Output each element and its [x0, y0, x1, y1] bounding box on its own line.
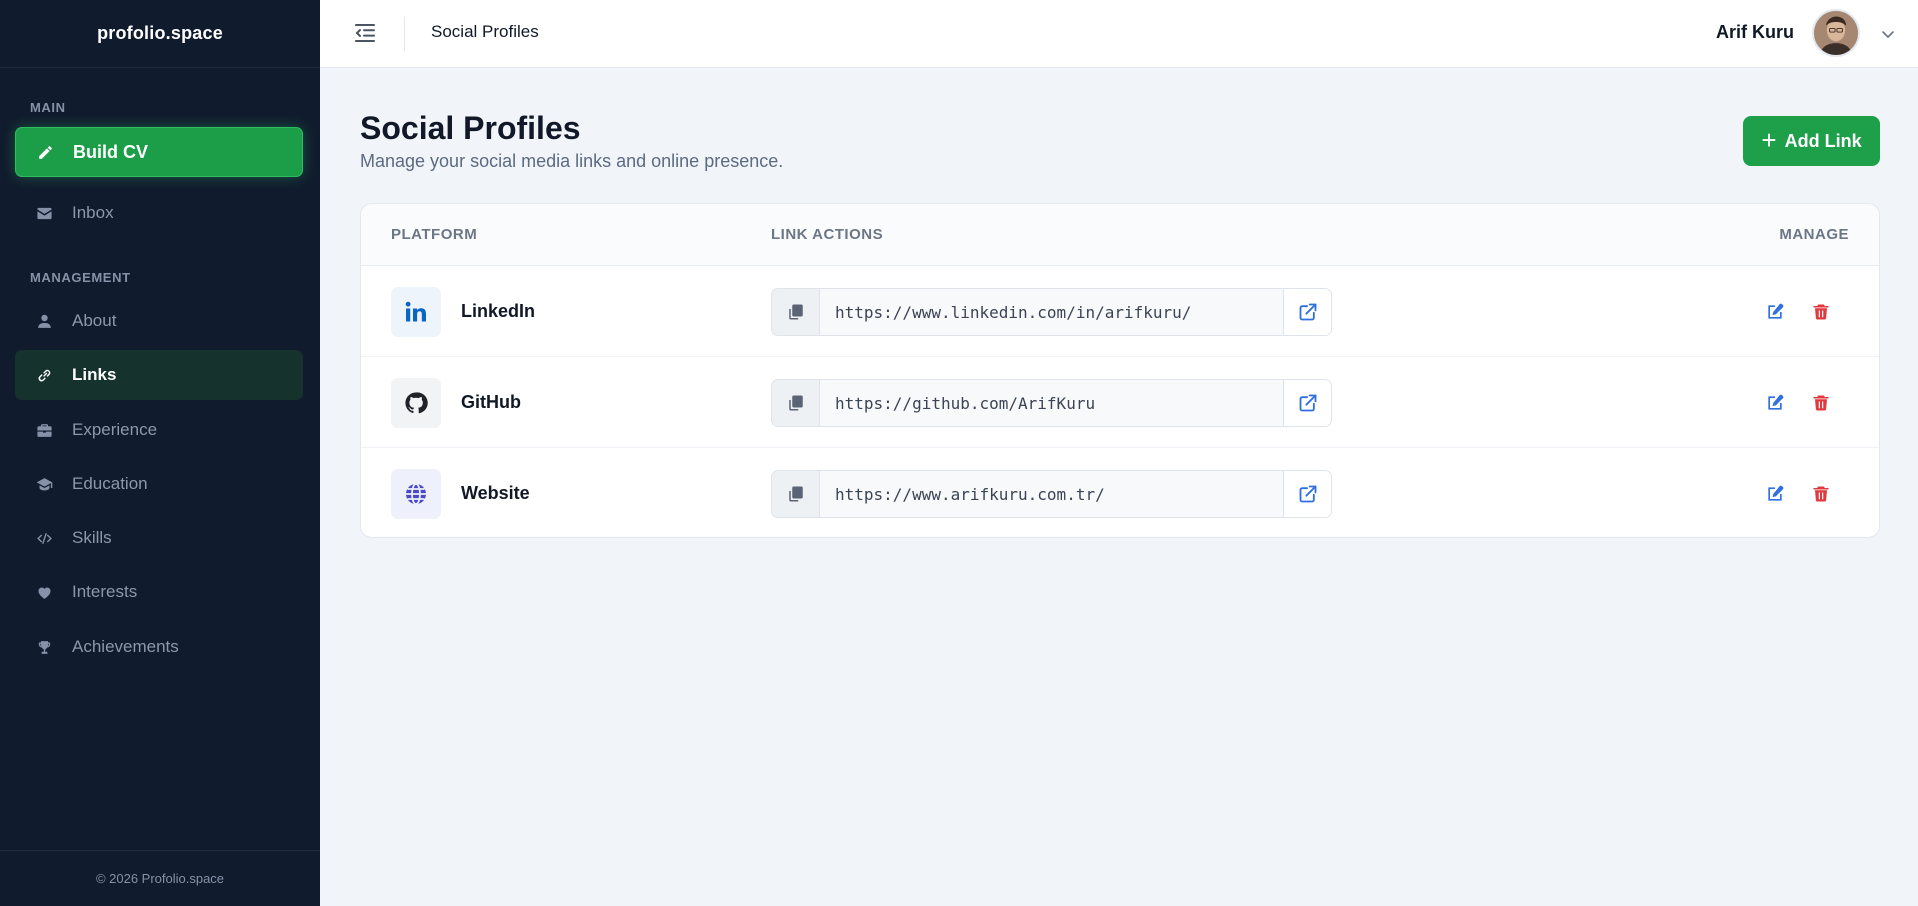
platform-name: LinkedIn — [461, 301, 536, 321]
open-link-button[interactable] — [1283, 380, 1331, 426]
briefcase-icon — [33, 419, 55, 441]
nav-label: Achievements — [72, 637, 179, 656]
sidebar-item-interests[interactable]: Interests — [15, 567, 303, 617]
nav-label: Skills — [72, 528, 112, 547]
delete-button[interactable] — [1810, 483, 1832, 505]
table-header: PLATFORM LINK ACTIONS MANAGE — [361, 204, 1879, 266]
link-actions: https://www.arifkuru.com.tr/ — [771, 470, 1332, 518]
topbar-title: Social Profiles — [431, 22, 539, 41]
table-row: Website https://www.arifkuru.com.tr/ — [361, 448, 1879, 537]
delete-button[interactable] — [1810, 392, 1832, 414]
edit-button[interactable] — [1764, 392, 1786, 414]
add-link-label: Add Link — [1784, 130, 1862, 151]
edit-icon — [1768, 485, 1784, 501]
social-profiles-table: PLATFORM LINK ACTIONS MANAGE LinkedIn ht… — [360, 203, 1880, 538]
external-link-icon — [1299, 303, 1316, 321]
copy-button[interactable] — [772, 380, 820, 426]
section-label-main: MAIN — [30, 100, 66, 115]
edit-icon — [1768, 394, 1784, 410]
trash-icon — [1813, 304, 1829, 320]
nav-label: About — [72, 311, 117, 330]
platform-name: Website — [461, 483, 530, 503]
trash-icon — [1813, 486, 1829, 502]
topbar-divider — [404, 17, 405, 51]
table-row: LinkedIn https://www.linkedin.com/in/ari… — [361, 266, 1879, 357]
platform-name: GitHub — [461, 392, 521, 412]
github-icon — [391, 378, 441, 428]
sidebar-item-achievements[interactable]: Achievements — [15, 622, 303, 672]
url-field[interactable]: https://github.com/ArifKuru — [820, 380, 1283, 426]
copy-icon — [788, 395, 803, 411]
edit-button[interactable] — [1764, 483, 1786, 505]
linkedin-icon — [391, 287, 441, 337]
column-header-link-actions: LINK ACTIONS — [771, 226, 884, 243]
sidebar-toggle-icon[interactable] — [352, 20, 378, 46]
section-label-management: MANAGEMENT — [30, 270, 131, 285]
sidebar-item-about[interactable]: About — [15, 296, 303, 346]
open-link-button[interactable] — [1283, 289, 1331, 335]
link-actions: https://github.com/ArifKuru — [771, 379, 1332, 427]
sidebar-item-links[interactable]: Links — [15, 350, 303, 400]
pencil-icon — [34, 141, 56, 163]
open-link-button[interactable] — [1283, 471, 1331, 517]
sidebar-item-inbox[interactable]: Inbox — [15, 188, 303, 238]
chevron-down-icon[interactable] — [1880, 26, 1896, 42]
topbar: Social Profiles Arif Kuru — [320, 0, 1918, 68]
sidebar: profolio.space MAIN Build CV Inbox MANAG… — [0, 0, 320, 906]
delete-button[interactable] — [1810, 301, 1832, 323]
globe-icon — [391, 469, 441, 519]
nav-label: Inbox — [72, 203, 114, 222]
copy-icon — [788, 486, 803, 502]
user-icon — [33, 310, 55, 332]
add-link-button[interactable]: + Add Link — [1743, 116, 1880, 166]
plus-icon: + — [1761, 124, 1777, 155]
envelope-icon — [33, 202, 55, 224]
code-icon — [33, 527, 55, 549]
page-title: Social Profiles — [360, 110, 581, 146]
nav-label: Education — [72, 474, 148, 493]
copy-button[interactable] — [772, 471, 820, 517]
edit-button[interactable] — [1764, 301, 1786, 323]
table-row: GitHub https://github.com/ArifKuru — [361, 357, 1879, 448]
column-header-manage: MANAGE — [1779, 226, 1849, 243]
brand-logo[interactable]: profolio.space — [0, 0, 320, 68]
url-field[interactable]: https://www.linkedin.com/in/arifkuru/ — [820, 289, 1283, 335]
trophy-icon — [33, 636, 55, 658]
nav-label: Build CV — [73, 141, 148, 162]
avatar[interactable] — [1812, 9, 1860, 57]
graduation-cap-icon — [33, 473, 55, 495]
trash-icon — [1813, 395, 1829, 411]
link-actions: https://www.linkedin.com/in/arifkuru/ — [771, 288, 1332, 336]
edit-icon — [1768, 303, 1784, 319]
build-cv-button[interactable]: Build CV — [15, 127, 303, 177]
copy-button[interactable] — [772, 289, 820, 335]
sidebar-item-experience[interactable]: Experience — [15, 405, 303, 455]
heart-icon — [33, 581, 55, 603]
external-link-icon — [1299, 485, 1316, 503]
nav-label: Experience — [72, 420, 158, 439]
sidebar-footer: © 2026 Profolio.space — [0, 850, 320, 906]
nav-label: Links — [72, 365, 117, 384]
sidebar-item-education[interactable]: Education — [15, 459, 303, 509]
nav-label: Interests — [72, 582, 138, 601]
sidebar-item-skills[interactable]: Skills — [15, 513, 303, 563]
copy-icon — [788, 304, 803, 320]
external-link-icon — [1299, 394, 1316, 412]
user-name[interactable]: Arif Kuru — [1716, 22, 1794, 43]
page-subtitle: Manage your social media links and onlin… — [360, 151, 784, 171]
column-header-platform: PLATFORM — [391, 226, 478, 243]
url-field[interactable]: https://www.arifkuru.com.tr/ — [820, 471, 1283, 517]
link-icon — [33, 364, 55, 386]
